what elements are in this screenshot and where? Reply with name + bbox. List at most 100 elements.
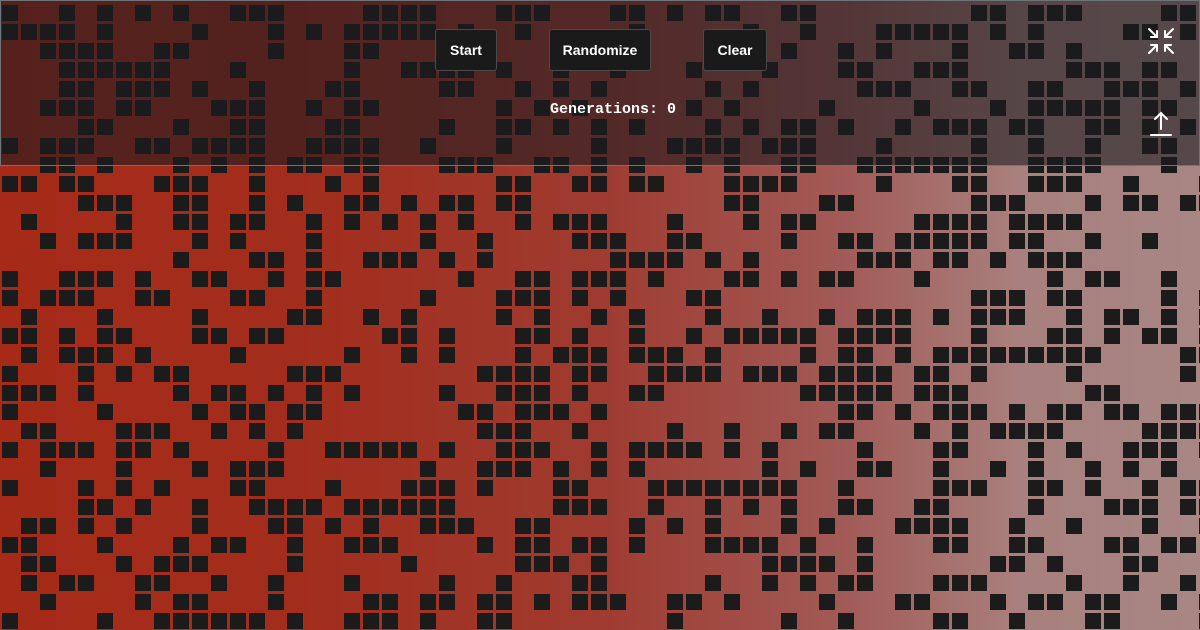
live-cell[interactable]	[268, 575, 284, 591]
live-cell[interactable]	[1123, 404, 1139, 420]
live-cell[interactable]	[933, 233, 949, 249]
live-cell[interactable]	[249, 461, 265, 477]
live-cell[interactable]	[1028, 252, 1044, 268]
live-cell[interactable]	[591, 233, 607, 249]
live-cell[interactable]	[724, 271, 740, 287]
live-cell[interactable]	[971, 480, 987, 496]
live-cell[interactable]	[705, 499, 721, 515]
live-cell[interactable]	[1009, 309, 1025, 325]
live-cell[interactable]	[496, 423, 512, 439]
live-cell[interactable]	[838, 423, 854, 439]
live-cell[interactable]	[743, 252, 759, 268]
live-cell[interactable]	[1142, 442, 1158, 458]
live-cell[interactable]	[591, 442, 607, 458]
live-cell[interactable]	[1047, 423, 1063, 439]
live-cell[interactable]	[306, 385, 322, 401]
live-cell[interactable]	[1123, 575, 1139, 591]
live-cell[interactable]	[268, 442, 284, 458]
live-cell[interactable]	[135, 347, 151, 363]
live-cell[interactable]	[1180, 537, 1196, 553]
live-cell[interactable]	[1085, 233, 1101, 249]
live-cell[interactable]	[705, 518, 721, 534]
live-cell[interactable]	[629, 385, 645, 401]
live-cell[interactable]	[2, 613, 18, 629]
live-cell[interactable]	[1009, 233, 1025, 249]
live-cell[interactable]	[1066, 442, 1082, 458]
live-cell[interactable]	[1009, 290, 1025, 306]
live-cell[interactable]	[952, 480, 968, 496]
live-cell[interactable]	[553, 499, 569, 515]
live-cell[interactable]	[762, 480, 778, 496]
live-cell[interactable]	[344, 385, 360, 401]
live-cell[interactable]	[876, 176, 892, 192]
live-cell[interactable]	[610, 290, 626, 306]
live-cell[interactable]	[553, 404, 569, 420]
live-cell[interactable]	[1009, 195, 1025, 211]
live-cell[interactable]	[249, 613, 265, 629]
live-cell[interactable]	[914, 499, 930, 515]
live-cell[interactable]	[762, 366, 778, 382]
live-cell[interactable]	[1123, 556, 1139, 572]
live-cell[interactable]	[344, 613, 360, 629]
live-cell[interactable]	[572, 214, 588, 230]
live-cell[interactable]	[116, 366, 132, 382]
live-cell[interactable]	[591, 366, 607, 382]
live-cell[interactable]	[705, 537, 721, 553]
live-cell[interactable]	[534, 290, 550, 306]
live-cell[interactable]	[249, 480, 265, 496]
clear-button[interactable]: Clear	[703, 29, 767, 71]
live-cell[interactable]	[971, 309, 987, 325]
randomize-button[interactable]: Randomize	[549, 29, 651, 71]
live-cell[interactable]	[1009, 537, 1025, 553]
live-cell[interactable]	[838, 271, 854, 287]
live-cell[interactable]	[1161, 290, 1177, 306]
live-cell[interactable]	[78, 271, 94, 287]
live-cell[interactable]	[382, 499, 398, 515]
live-cell[interactable]	[515, 347, 531, 363]
live-cell[interactable]	[1028, 214, 1044, 230]
live-cell[interactable]	[192, 404, 208, 420]
live-cell[interactable]	[477, 461, 493, 477]
live-cell[interactable]	[1009, 347, 1025, 363]
live-cell[interactable]	[1104, 328, 1120, 344]
live-cell[interactable]	[230, 233, 246, 249]
live-cell[interactable]	[496, 575, 512, 591]
live-cell[interactable]	[78, 366, 94, 382]
live-cell[interactable]	[990, 252, 1006, 268]
live-cell[interactable]	[800, 385, 816, 401]
live-cell[interactable]	[686, 480, 702, 496]
live-cell[interactable]	[857, 442, 873, 458]
live-cell[interactable]	[78, 176, 94, 192]
live-cell[interactable]	[1009, 404, 1025, 420]
live-cell[interactable]	[781, 176, 797, 192]
live-cell[interactable]	[838, 347, 854, 363]
live-cell[interactable]	[173, 613, 189, 629]
live-cell[interactable]	[781, 613, 797, 629]
live-cell[interactable]	[1028, 442, 1044, 458]
live-cell[interactable]	[40, 290, 56, 306]
live-cell[interactable]	[363, 613, 379, 629]
live-cell[interactable]	[40, 233, 56, 249]
live-cell[interactable]	[705, 575, 721, 591]
live-cell[interactable]	[59, 442, 75, 458]
live-cell[interactable]	[1047, 328, 1063, 344]
live-cell[interactable]	[401, 499, 417, 515]
live-cell[interactable]	[857, 556, 873, 572]
live-cell[interactable]	[230, 480, 246, 496]
live-cell[interactable]	[268, 328, 284, 344]
live-cell[interactable]	[572, 480, 588, 496]
live-cell[interactable]	[211, 575, 227, 591]
live-cell[interactable]	[325, 480, 341, 496]
live-cell[interactable]	[287, 613, 303, 629]
live-cell[interactable]	[667, 480, 683, 496]
live-cell[interactable]	[40, 423, 56, 439]
live-cell[interactable]	[496, 366, 512, 382]
live-cell[interactable]	[420, 613, 436, 629]
live-cell[interactable]	[401, 480, 417, 496]
live-cell[interactable]	[705, 309, 721, 325]
live-cell[interactable]	[116, 328, 132, 344]
live-cell[interactable]	[686, 366, 702, 382]
live-cell[interactable]	[686, 233, 702, 249]
live-cell[interactable]	[1104, 309, 1120, 325]
live-cell[interactable]	[1047, 347, 1063, 363]
